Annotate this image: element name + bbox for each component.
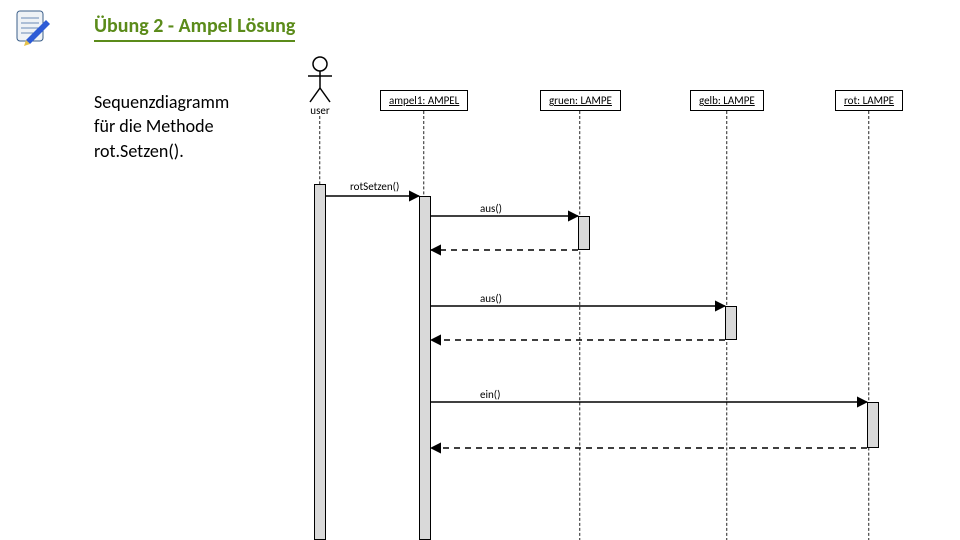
msg-aus-gruen: aus() [480,202,502,215]
page-title: Übung 2 - Ampel Lösung [94,14,295,42]
sequence-diagram: user ampel1: AMPEL gruen: LAMPE gelb: LA… [280,56,960,540]
message-arrows [280,56,960,540]
description: Sequenzdiagramm für die Methode rot.Setz… [94,90,229,163]
msg-rotsetzen: rotSetzen() [350,180,399,193]
note-icon [12,6,52,51]
msg-aus-gelb: aus() [480,292,502,305]
msg-ein-rot: ein() [480,388,500,401]
